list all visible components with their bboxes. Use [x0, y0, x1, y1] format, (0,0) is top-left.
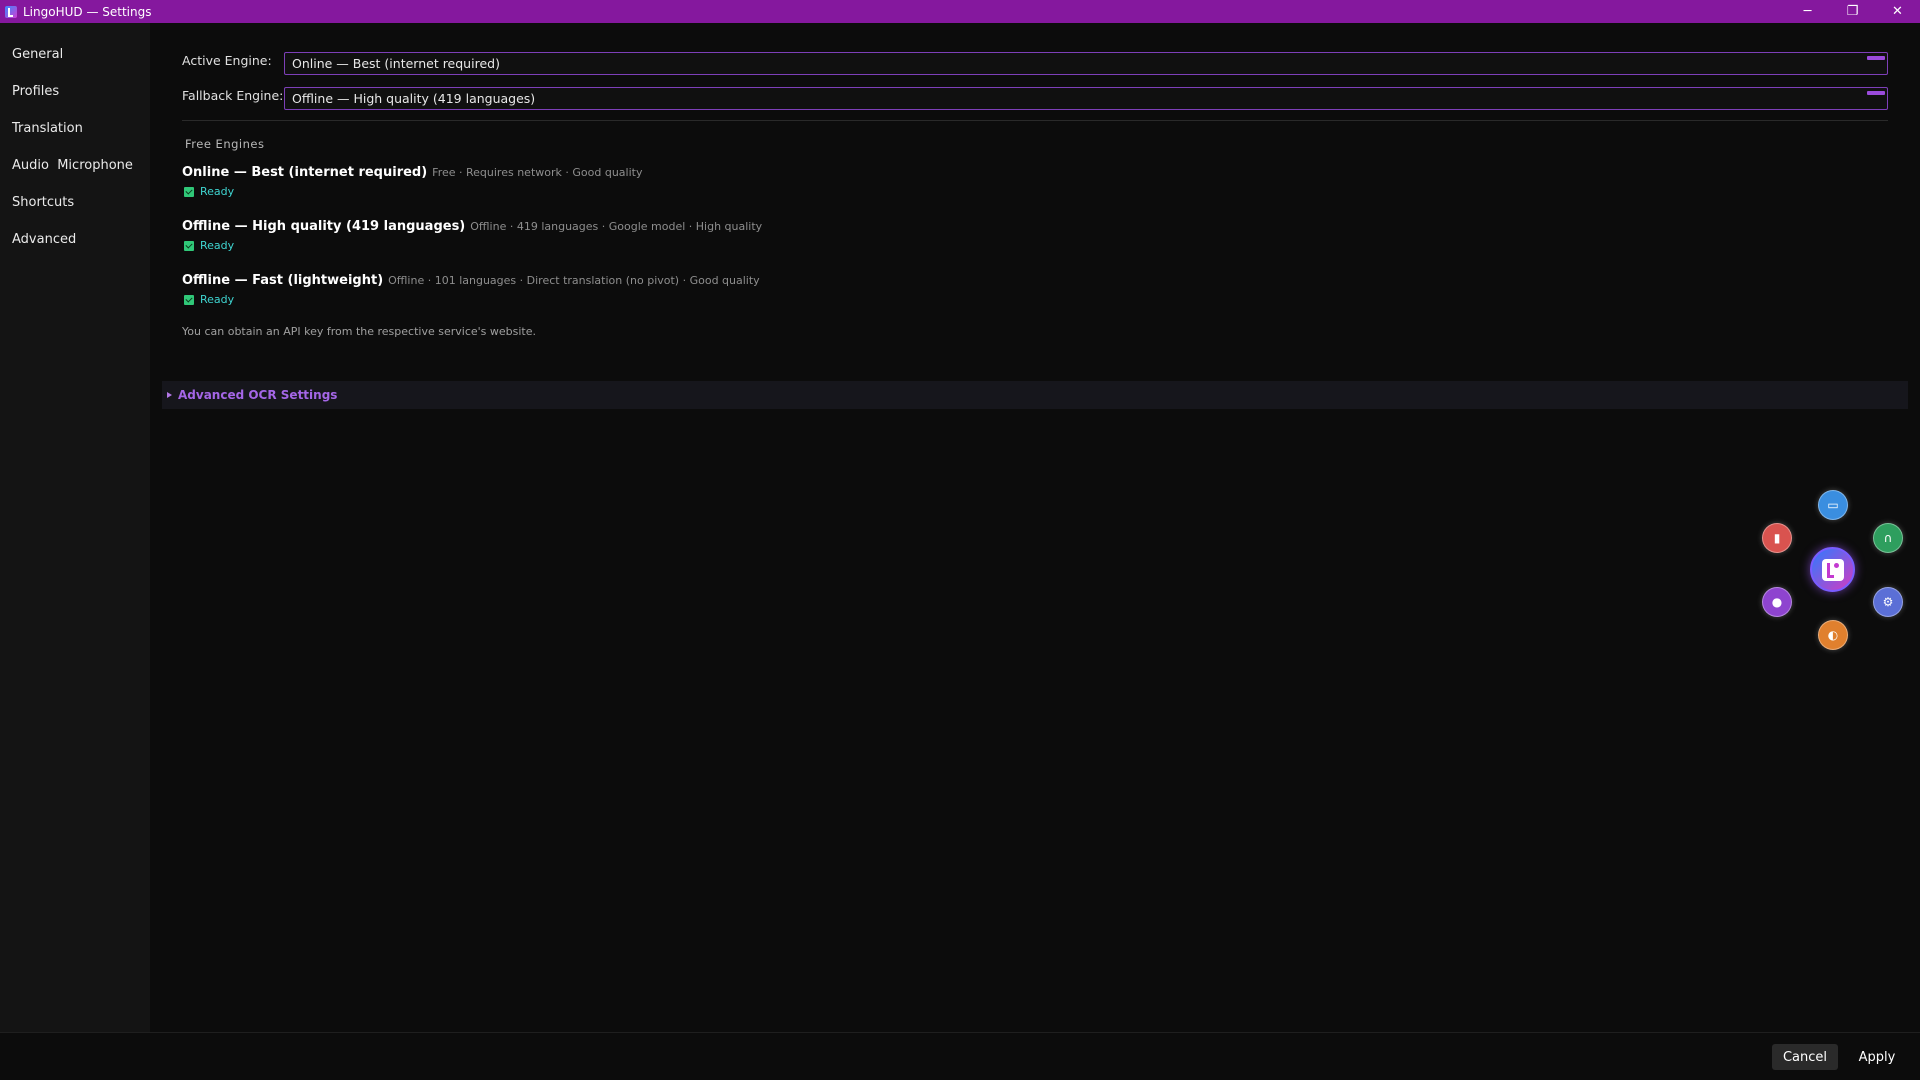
radial-menu: ▭ ▮ ∩ ● ⚙ ◐ [1750, 475, 1903, 665]
active-engine-select[interactable]: Online — Best (internet required) [284, 52, 1888, 75]
sidebar-item-profiles[interactable]: Profiles [0, 73, 150, 110]
radial-center-button[interactable] [1810, 547, 1855, 592]
footer-bar: Cancel Apply [0, 1032, 1920, 1080]
fallback-engine-row: Fallback Engine: [182, 88, 283, 103]
active-engine-label: Active Engine: [182, 53, 272, 68]
clipboard-icon: ▮ [1773, 531, 1781, 545]
headphones-icon: ∩ [1883, 531, 1893, 545]
main-panel: Active Engine: Online — Best (internet r… [150, 23, 1920, 1032]
window-controls: ─ ❐ ✕ [1785, 0, 1920, 23]
radial-image-button[interactable]: ▭ [1818, 490, 1848, 520]
check-icon [184, 240, 194, 251]
app-logo-icon [5, 5, 17, 18]
radial-clipboard-button[interactable]: ▮ [1762, 523, 1792, 553]
api-key-hint: You can obtain an API key from the respe… [182, 325, 536, 338]
engine-item-offline-high-quality: Offline — High quality (419 languages) O… [182, 219, 762, 252]
apply-button[interactable]: Apply [1844, 1044, 1910, 1070]
engine-description: Free · Requires network · Good quality [432, 166, 643, 179]
fallback-engine-select[interactable]: Offline — High quality (419 languages) [284, 87, 1888, 110]
status-ready: Ready [200, 185, 235, 198]
maximize-button[interactable]: ❐ [1830, 0, 1875, 23]
radial-headphones-button[interactable]: ∩ [1873, 523, 1903, 553]
advanced-ocr-settings-toggle[interactable]: Advanced OCR Settings [162, 381, 1908, 409]
expand-triangle-icon [167, 392, 172, 398]
close-button[interactable]: ✕ [1875, 0, 1920, 23]
engine-item-online-best: Online — Best (internet required) Free ·… [182, 165, 642, 198]
engine-description: Offline · 419 languages · Google model ·… [470, 220, 763, 233]
sidebar-item-audio-microphone[interactable]: Audio Microphone [0, 147, 150, 184]
radial-settings-button[interactable]: ⚙ [1873, 587, 1903, 617]
sidebar-item-general[interactable]: General [0, 36, 150, 73]
gear-icon: ⚙ [1882, 595, 1894, 609]
status-ready: Ready [200, 239, 235, 252]
check-icon [184, 186, 194, 197]
dropdown-arrow-icon [1867, 91, 1885, 95]
sidebar: General Profiles Translation Audio Micro… [0, 23, 150, 1032]
image-icon: ▭ [1827, 498, 1839, 512]
check-icon [184, 294, 194, 305]
engine-item-offline-fast: Offline — Fast (lightweight) Offline · 1… [182, 273, 760, 306]
engine-name: Online — Best (internet required) [182, 165, 428, 180]
minimize-button[interactable]: ─ [1785, 0, 1830, 23]
window-title: LingoHUD — Settings [23, 4, 152, 19]
free-engines-title: Free Engines [185, 137, 265, 151]
divider [182, 120, 1888, 121]
engine-name: Offline — High quality (419 languages) [182, 219, 466, 234]
record-icon: ● [1771, 595, 1783, 609]
advanced-ocr-settings-label: Advanced OCR Settings [178, 388, 338, 402]
title-bar: LingoHUD — Settings ─ ❐ ✕ [0, 0, 1920, 23]
radial-record-button[interactable]: ● [1762, 587, 1792, 617]
active-engine-value: Online — Best (internet required) [292, 56, 500, 71]
lingohud-logo-icon [1821, 558, 1844, 581]
fallback-engine-value: Offline — High quality (419 languages) [292, 91, 536, 106]
active-engine-row: Active Engine: [182, 53, 272, 68]
sidebar-item-shortcuts[interactable]: Shortcuts [0, 184, 150, 221]
moon-icon: ◐ [1827, 628, 1839, 642]
sidebar-item-translation[interactable]: Translation [0, 110, 150, 147]
fallback-engine-label: Fallback Engine: [182, 88, 284, 103]
cancel-button[interactable]: Cancel [1772, 1044, 1838, 1070]
engine-description: Offline · 101 languages · Direct transla… [388, 274, 760, 287]
sidebar-item-advanced[interactable]: Advanced [0, 221, 150, 258]
radial-moon-button[interactable]: ◐ [1818, 620, 1848, 650]
engine-name: Offline — Fast (lightweight) [182, 273, 384, 288]
dropdown-arrow-icon [1867, 56, 1885, 60]
status-ready: Ready [200, 293, 235, 306]
